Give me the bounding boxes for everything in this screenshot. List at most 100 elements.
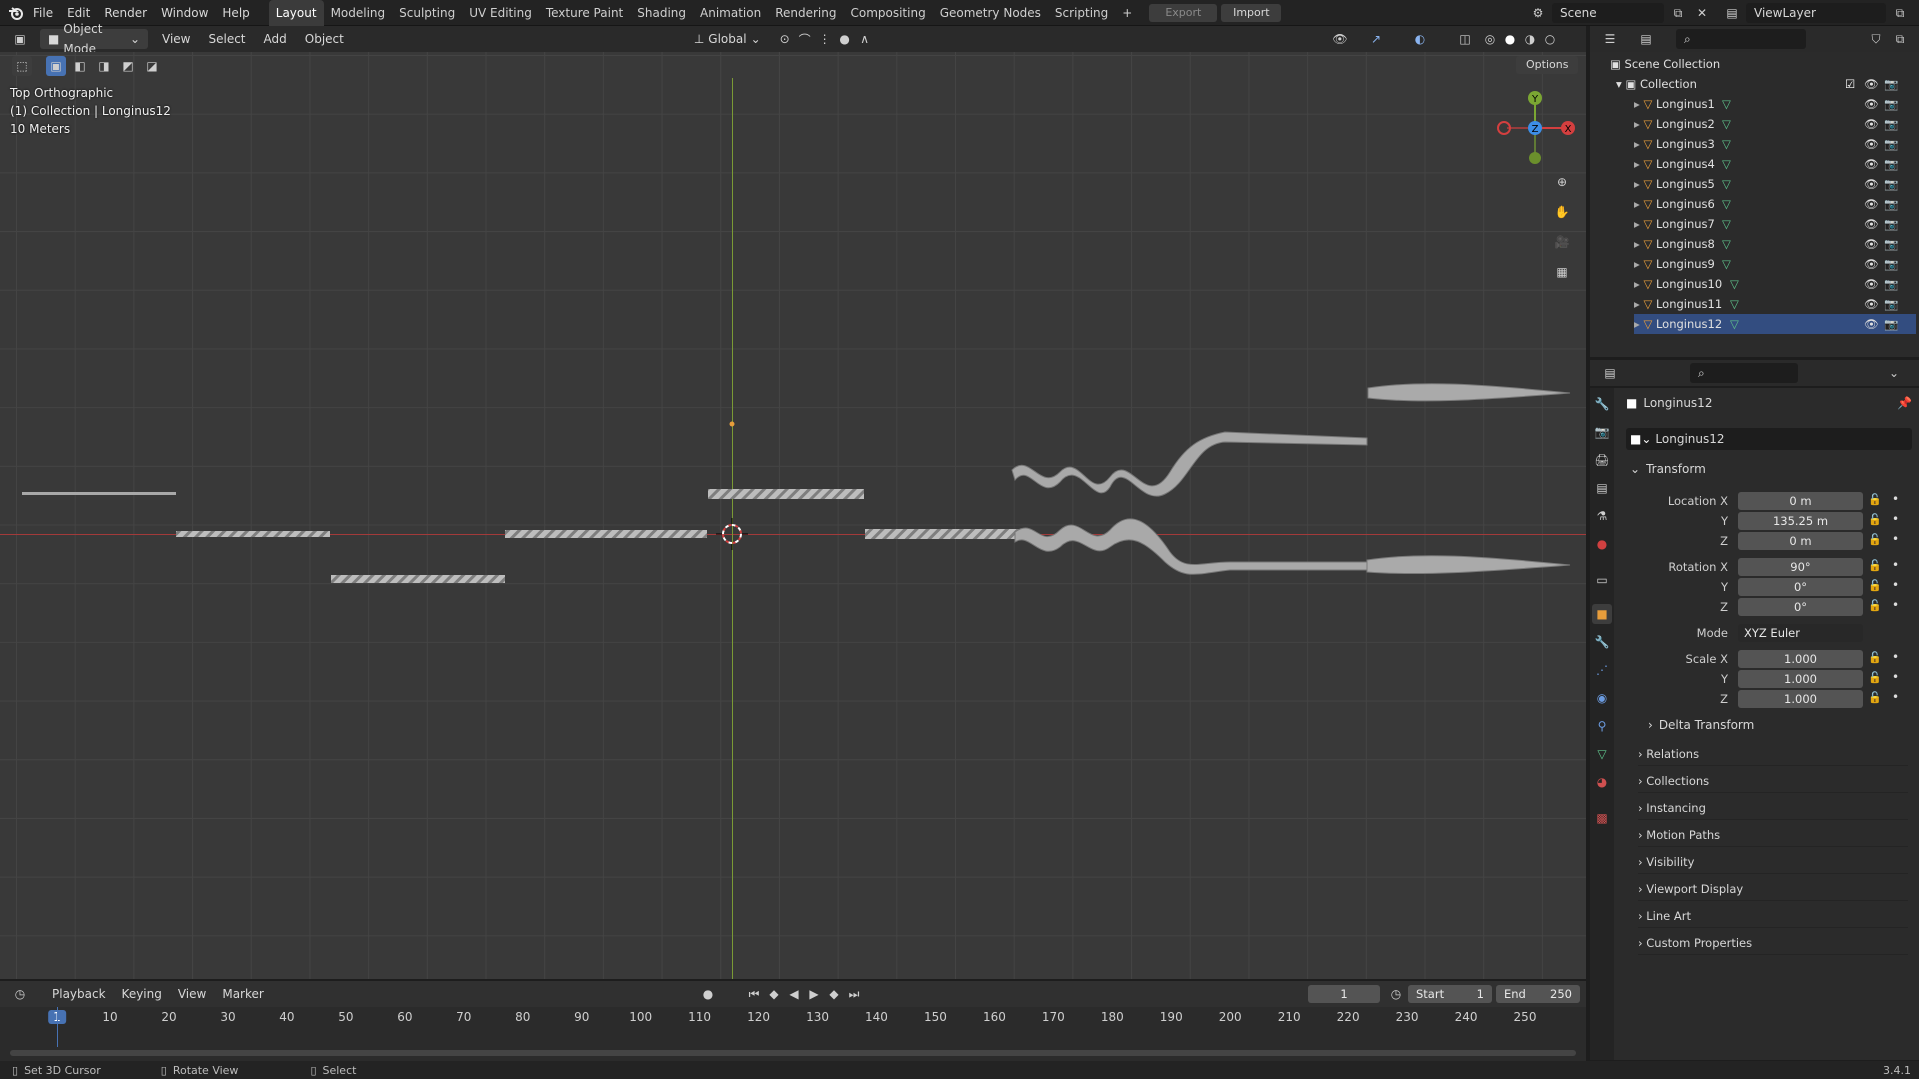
visibility-icon[interactable]: 👁 xyxy=(1330,29,1350,49)
properties-editor-icon[interactable]: ▤ xyxy=(1600,363,1620,383)
rotation-z-field[interactable]: 0° xyxy=(1738,598,1863,616)
property-panel-collections[interactable]: › Collections xyxy=(1638,769,1908,793)
eye-icon[interactable]: 👁 xyxy=(1864,174,1879,194)
outliner-object-row[interactable]: ▸ ▽ Longinus9 ▽ 👁 📷 xyxy=(1634,254,1916,274)
longinus-shaft-3[interactable] xyxy=(331,575,505,583)
keyframe-dot-icon[interactable]: • xyxy=(1892,558,1899,572)
checkbox-icon[interactable]: ☑ xyxy=(1845,74,1855,94)
object-tab-icon[interactable]: ■ xyxy=(1592,604,1612,624)
orientation-dropdown[interactable]: ⊥ Global ⌄ xyxy=(694,32,761,46)
outliner-object-row[interactable]: ▸ ▽ Longinus3 ▽ 👁 📷 xyxy=(1634,134,1916,154)
outliner-object-row[interactable]: ▸ ▽ Longinus5 ▽ 👁 📷 xyxy=(1634,174,1916,194)
remove-viewlayer-icon[interactable]: ✕ xyxy=(1914,3,1919,23)
rotation-mode-dropdown[interactable]: XYZ Euler xyxy=(1738,624,1863,642)
timeline-menu-view[interactable]: View xyxy=(178,987,206,1001)
play-reverse-icon[interactable]: ◀ xyxy=(784,984,804,1004)
camera-icon[interactable]: 📷 xyxy=(1884,74,1898,94)
mode-dropdown[interactable]: ■ Object Mode ⌄ xyxy=(40,22,148,56)
timeline-menu-marker[interactable]: Marker xyxy=(222,987,263,1001)
mesh-data-icon[interactable]: ▽ xyxy=(1730,314,1739,334)
eye-icon[interactable]: 👁 xyxy=(1864,194,1879,214)
outliner-object-row[interactable]: ▸ ▽ Longinus4 ▽ 👁 📷 xyxy=(1634,154,1916,174)
properties-search-input[interactable]: ⌕ xyxy=(1690,363,1798,383)
keyframe-dot-icon[interactable]: • xyxy=(1892,598,1899,612)
chevron-down-icon[interactable]: ⌄ xyxy=(1884,363,1904,383)
gizmo-neg-y-icon[interactable] xyxy=(1529,152,1541,164)
camera-icon[interactable]: 📷 xyxy=(1884,314,1898,334)
keyframe-dot-icon[interactable]: • xyxy=(1892,690,1899,704)
constraints-tab-icon[interactable]: ⚲ xyxy=(1592,716,1612,736)
expand-arrow-icon[interactable]: ▸ xyxy=(1634,217,1640,231)
eye-icon[interactable]: 👁 xyxy=(1864,274,1879,294)
longinus-twist-upper[interactable] xyxy=(1011,431,1368,497)
mesh-data-icon[interactable]: ▽ xyxy=(1722,194,1731,214)
keyframe-dot-icon[interactable]: • xyxy=(1892,578,1899,592)
tab-compositing[interactable]: Compositing xyxy=(843,0,932,26)
expand-arrow-icon[interactable]: ▸ xyxy=(1634,237,1640,251)
tab-texture-paint[interactable]: Texture Paint xyxy=(539,0,630,26)
mesh-data-icon[interactable]: ▽ xyxy=(1722,174,1731,194)
display-mode-icon[interactable]: ▤ xyxy=(1636,29,1656,49)
object-origin-dot[interactable] xyxy=(729,421,735,427)
pan-hand-icon[interactable]: ✋ xyxy=(1552,202,1572,222)
blender-logo-icon[interactable] xyxy=(6,3,26,23)
end-frame-field[interactable]: End 250 xyxy=(1496,985,1580,1003)
material-tab-icon[interactable]: ◕ xyxy=(1592,772,1612,792)
rotation-y-field[interactable]: 0° xyxy=(1738,578,1863,596)
viewport-menu-add[interactable]: Add xyxy=(264,32,287,46)
tab-animation[interactable]: Animation xyxy=(693,0,768,26)
tab-sculpting[interactable]: Sculpting xyxy=(392,0,462,26)
scene-field[interactable]: Scene xyxy=(1552,3,1664,23)
camera-view-icon[interactable]: 🎥 xyxy=(1552,232,1572,252)
longinus-shaft-5[interactable] xyxy=(708,489,864,499)
pin-icon[interactable]: 📌 xyxy=(1897,396,1912,410)
play-icon[interactable]: ▶ xyxy=(804,984,824,1004)
record-icon[interactable]: ● xyxy=(698,984,718,1004)
clock-icon[interactable]: ◷ xyxy=(1386,984,1406,1004)
new-scene-icon[interactable]: ⧉ xyxy=(1668,3,1688,23)
lock-icon[interactable]: 🔓 xyxy=(1868,599,1882,612)
overlay-toggle-icon[interactable]: ◐ xyxy=(1410,29,1430,49)
tab-layout[interactable]: Layout xyxy=(268,0,324,26)
menu-help[interactable]: Help xyxy=(215,0,256,26)
timeline-editor-icon[interactable]: ◷ xyxy=(10,984,30,1004)
wireframe-shading-icon[interactable]: ◎ xyxy=(1480,29,1500,49)
outliner-object-row[interactable]: ▸ ▽ Longinus8 ▽ 👁 📷 xyxy=(1634,234,1916,254)
longinus-tip-upper[interactable] xyxy=(1367,383,1571,402)
eye-icon[interactable]: 👁 xyxy=(1864,314,1879,334)
lock-icon[interactable]: 🔓 xyxy=(1868,579,1882,592)
start-frame-field[interactable]: Start 1 xyxy=(1408,985,1492,1003)
lock-icon[interactable]: 🔓 xyxy=(1868,671,1882,684)
mesh-data-icon[interactable]: ▽ xyxy=(1722,214,1731,234)
longinus-shaft-4[interactable] xyxy=(505,530,707,538)
keyframe-dot-icon[interactable]: • xyxy=(1892,512,1899,526)
keyframe-dot-icon[interactable]: • xyxy=(1892,670,1899,684)
timeline-menu-keying[interactable]: Keying xyxy=(122,987,162,1001)
transform-panel-header[interactable]: ⌄ Transform xyxy=(1630,462,1706,476)
eye-icon[interactable]: 👁 xyxy=(1864,134,1879,154)
expand-arrow-icon[interactable]: ▸ xyxy=(1634,197,1640,211)
navigation-gizmo[interactable]: Y X Z xyxy=(1490,80,1580,170)
jump-keyframe-back-icon[interactable]: ◆ xyxy=(764,984,784,1004)
expand-arrow-icon[interactable]: ▸ xyxy=(1634,97,1640,111)
lock-icon[interactable]: 🔓 xyxy=(1868,493,1882,506)
rendered-shading-icon[interactable]: ○ xyxy=(1540,29,1560,49)
tab-shading[interactable]: Shading xyxy=(630,0,693,26)
eye-icon[interactable]: 👁 xyxy=(1864,214,1879,234)
tab-geometry-nodes[interactable]: Geometry Nodes xyxy=(933,0,1048,26)
current-frame-field[interactable]: 1 xyxy=(1308,985,1380,1003)
timeline-scrollbar[interactable] xyxy=(10,1050,1576,1056)
expand-arrow-icon[interactable]: ▸ xyxy=(1634,277,1640,291)
camera-icon[interactable]: 📷 xyxy=(1884,94,1898,114)
pivot-point-icon[interactable]: ⊙ xyxy=(775,29,795,49)
add-workspace-button[interactable]: + xyxy=(1115,0,1139,26)
timeline-track[interactable]: 1102030405060708090100110120130140150160… xyxy=(0,1007,1586,1061)
snap-icon[interactable]: ⌒ xyxy=(795,29,815,49)
delta-transform-header[interactable]: › Delta Transform xyxy=(1648,718,1754,732)
object-datablock-field[interactable]: ■⌄ Longinus12 xyxy=(1626,428,1912,450)
rotation-x-field[interactable]: 90° xyxy=(1738,558,1863,576)
new-viewlayer-icon[interactable]: ⧉ xyxy=(1890,3,1910,23)
outliner-object-row[interactable]: ▸ ▽ Longinus11 ▽ 👁 📷 xyxy=(1634,294,1916,314)
mesh-data-icon[interactable]: ▽ xyxy=(1722,94,1731,114)
tool-tab-icon[interactable]: 🔧 xyxy=(1592,394,1612,414)
